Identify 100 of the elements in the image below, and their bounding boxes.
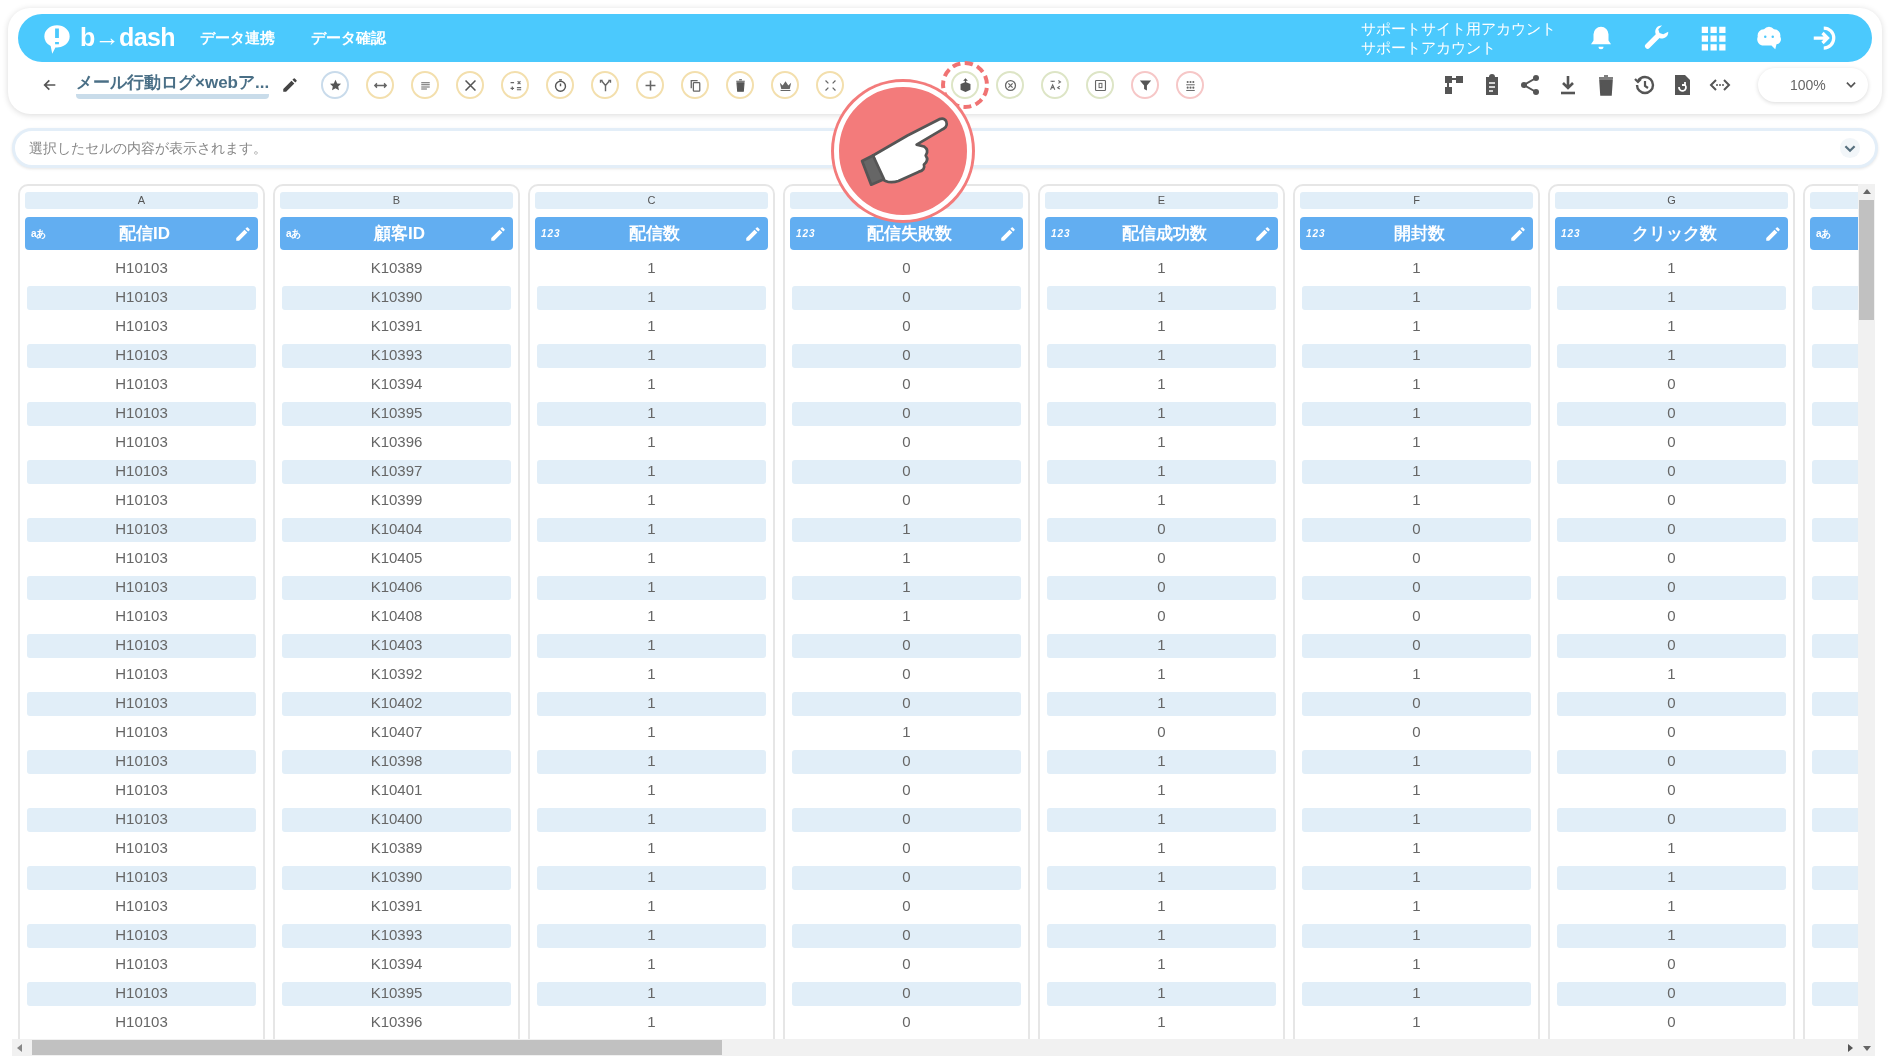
column-name: 配信失敗数 [866,222,953,245]
crown-button[interactable] [771,71,800,99]
close-circle-button[interactable] [996,71,1025,99]
table-cell: 1 [1302,749,1531,774]
column-header[interactable]: aあ [1810,217,1858,250]
table-cell: 1 [1302,865,1531,890]
table-cell: H10103 [27,691,256,716]
flow-diagram-icon[interactable] [1442,73,1466,97]
table-cell-text: 0 [901,896,912,917]
table-cell-text: 1 [1411,258,1422,279]
pencil-icon[interactable] [281,76,300,94]
table-cell-text: 1 [1156,316,1167,337]
table-cell: 0 [792,459,1021,484]
column-letter: C [535,192,768,209]
table-cell-text: H10103 [114,954,169,975]
table-cell: 0 [1302,691,1531,716]
table-cell: K10393 [282,343,511,368]
table-cell-text: 0 [1666,548,1677,569]
table-cell: 0 [792,749,1021,774]
cell-content-field[interactable]: 選択したセルの内容が表示されます。 [12,128,1878,168]
dataset-title[interactable]: メール行動ログ×webア... [76,71,270,99]
table-cell-text: 0 [1411,606,1422,627]
zoom-dropdown[interactable]: 100% [1758,68,1868,102]
horizontal-scrollbar[interactable] [12,1039,1858,1056]
logo-text[interactable]: b→dash [80,19,175,57]
nav-link[interactable]: データ確認 [311,26,386,50]
column-letter: A [25,192,258,209]
table-cell-text: 1 [1156,374,1167,395]
scrollbar-thumb[interactable] [32,1040,722,1055]
nav-link[interactable]: データ連携 [200,26,275,50]
column-header[interactable]: 123 配信失敗数 [790,217,1023,250]
table-cell-text: K10408 [369,606,424,627]
table-cell: 1 [537,807,766,832]
star-button[interactable] [321,71,350,99]
table-cell-text: 1 [1156,490,1167,511]
double-arrow-button[interactable] [366,71,395,99]
plus-button[interactable] [636,71,665,99]
table-cell: 1 [1302,923,1531,948]
table-cell: 0 [1557,807,1786,832]
table-cell: K10393 [282,923,511,948]
column-header[interactable]: aあ 顧客ID [280,217,513,250]
table-cell-text: 0 [1666,722,1677,743]
table-cell: 0 [1557,691,1786,716]
table-cell-text: 1 [1156,1012,1167,1033]
table-cell: 1 [537,749,766,774]
column-header[interactable]: 123 配信成功数 [1045,217,1278,250]
table-cell: K10395 [282,981,511,1006]
table-cell-text: 0 [1666,490,1677,511]
table-cell: 0 [792,923,1021,948]
translate-button[interactable] [1041,71,1070,99]
table-cell: 1 [537,459,766,484]
vertical-scrollbar[interactable] [1858,184,1875,1056]
table-cell-text: 0 [1666,374,1677,395]
table-cell: 1 [1047,401,1276,426]
table-cell: H10103 [27,807,256,832]
table-cell-text: 1 [1411,490,1422,511]
table-cell-text: K10396 [369,432,424,453]
stopwatch-button[interactable] [546,71,575,99]
table-cell-text: 1 [646,896,657,917]
table-cell-text: 0 [901,432,912,453]
cell-content-field[interactable]: 選択したセルの内容が表示されます。 [29,137,1839,159]
table-cell: H10103 [27,343,256,368]
column-letter: B [280,192,513,209]
table-cell-text: H10103 [114,490,169,511]
math-symbols-button[interactable] [501,71,530,99]
copy-button[interactable] [681,71,710,99]
table-cell-text: H10103 [114,374,169,395]
table-cell: 0 [1557,401,1786,426]
share-icon[interactable] [1518,73,1542,97]
column-header[interactable]: 123 開封数 [1300,217,1533,250]
table-cell-text: 1 [646,490,657,511]
table-cell: 1 [1302,459,1531,484]
table-cell: 1 [1557,285,1786,310]
column-header[interactable]: 123 配信数 [535,217,768,250]
table-cell: 1 [1302,981,1531,1006]
table-cell: 1 [1047,459,1276,484]
people-grid-button[interactable] [1176,71,1205,99]
table-cell: 0 [1302,575,1531,600]
text-type-icon: aあ [1816,226,1840,241]
scrollbar-thumb[interactable] [1859,200,1874,320]
table-cell: H10103 [27,575,256,600]
column-header[interactable]: 123 クリック数 [1555,217,1788,250]
table-cell-text: 1 [1156,838,1167,859]
table-cell-text: 0 [901,954,912,975]
trash-button[interactable] [726,71,755,99]
column-name: 顧客ID [373,222,426,245]
split-arrows-button[interactable] [591,71,620,99]
table-cell-text: 1 [646,606,657,627]
history-icon[interactable] [1632,73,1656,97]
column-header[interactable]: aあ 配信ID [25,217,258,250]
square-frame-button[interactable] [1086,71,1115,99]
table-cell-text: 1 [1411,838,1422,859]
filter-button[interactable] [1131,71,1160,99]
box-upload-button[interactable] [951,71,980,99]
back-arrow-icon[interactable] [42,77,58,93]
table-cell: 0 [792,981,1021,1006]
table-cell: 0 [1047,517,1276,542]
table-cell: H10103 [27,749,256,774]
chevron-down-icon[interactable] [1839,137,1861,159]
table-cell-text: H10103 [114,548,169,569]
